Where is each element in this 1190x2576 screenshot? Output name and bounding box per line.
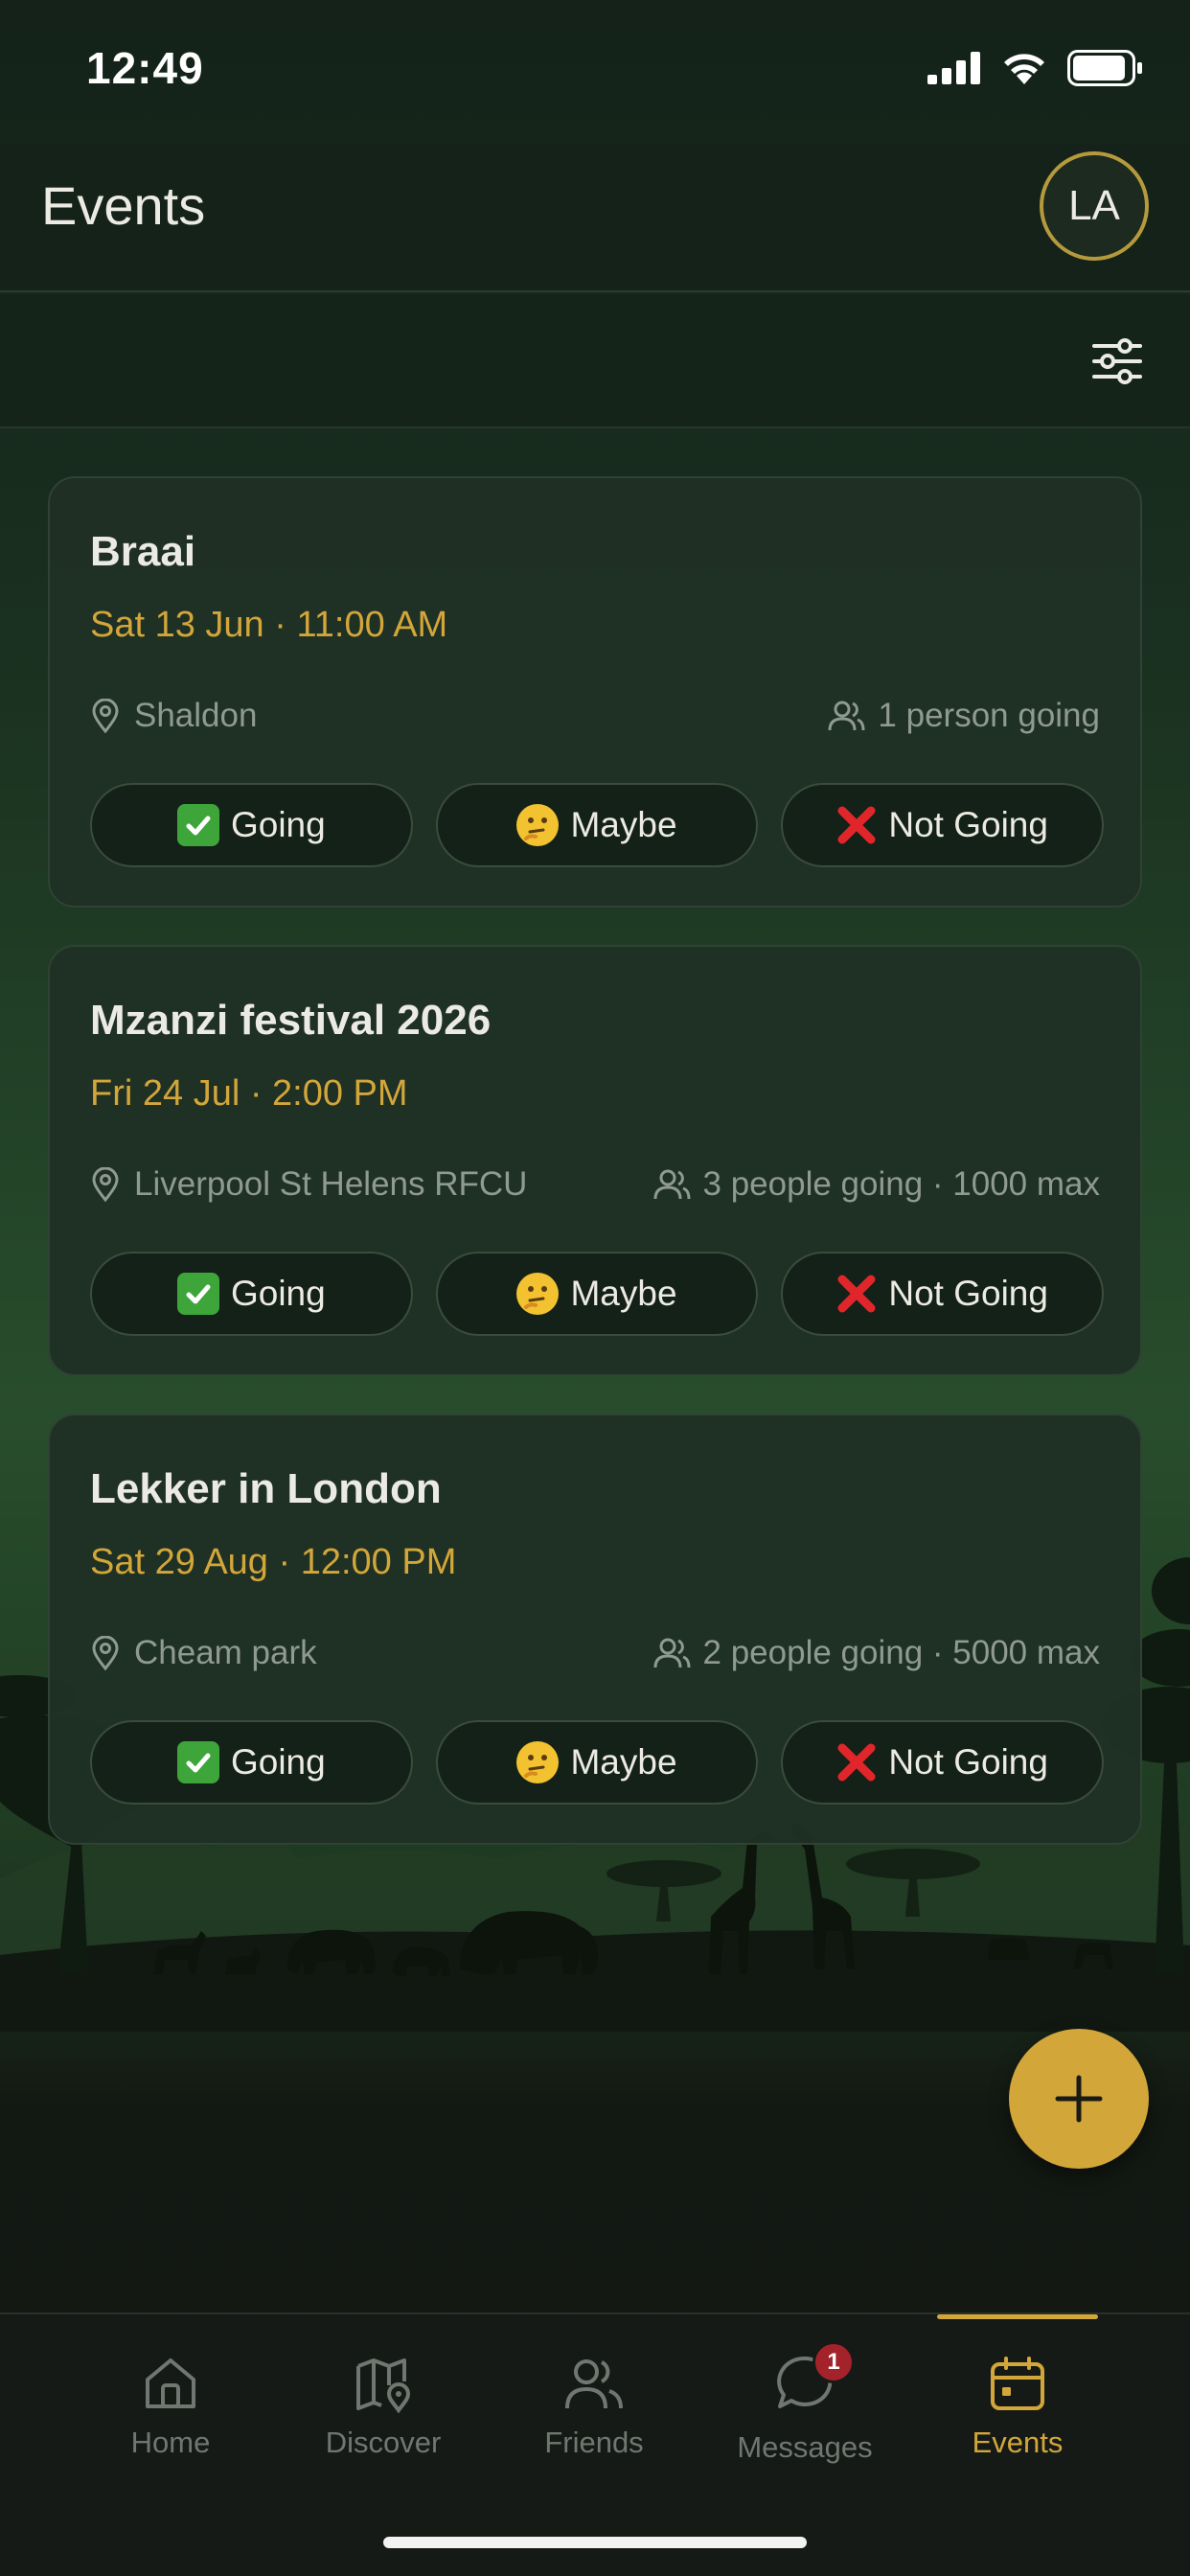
nav-label: Discover	[325, 2426, 442, 2459]
rsvp-maybe-label: Maybe	[570, 1274, 677, 1313]
filter-sliders-icon[interactable]	[1088, 333, 1146, 390]
event-location: Liverpool St Helens RFCU	[90, 1165, 527, 1204]
event-card[interactable]: Braai Sat 13 Jun · 11:00 AM Shaldon 1 pe…	[48, 476, 1142, 908]
nav-item-events[interactable]: Events	[922, 2353, 1113, 2460]
plus-icon	[1055, 2075, 1103, 2123]
calendar-icon	[991, 2357, 1044, 2410]
battery-icon	[1067, 50, 1142, 86]
users-icon	[653, 1638, 691, 1668]
event-attendees-text: 2 people going · 5000 max	[702, 1634, 1100, 1671]
nav-item-messages[interactable]: 1 Messages	[709, 2341, 901, 2465]
event-attendees: 2 people going · 5000 max	[653, 1634, 1100, 1672]
check-mark-icon	[176, 1273, 219, 1315]
location-pin-icon	[92, 1636, 119, 1670]
event-attendees: 3 people going · 1000 max	[653, 1165, 1100, 1204]
status-bar: 12:49	[0, 0, 1190, 144]
event-attendees-text: 1 person going	[878, 697, 1100, 734]
events-screen: 12:49 Events LA Braai Sat 13 Jun · 11:00…	[0, 0, 1190, 2576]
messages-icon-wrap: 1	[774, 2341, 855, 2419]
rsvp-row: Going Maybe Not Going	[90, 1252, 1105, 1336]
event-card[interactable]: Lekker in London Sat 29 Aug · 12:00 PM C…	[48, 1414, 1142, 1845]
event-attendees-text: 3 people going · 1000 max	[702, 1165, 1100, 1203]
event-location-text: Liverpool St Helens RFCU	[134, 1165, 528, 1203]
rsvp-not-going-label: Not Going	[888, 805, 1048, 844]
profile-avatar[interactable]: LA	[1040, 151, 1149, 261]
rsvp-not-going-label: Not Going	[888, 1742, 1048, 1782]
wifi-icon	[1004, 54, 1044, 84]
signal-icon	[927, 52, 980, 84]
home-indicator	[383, 2537, 807, 2548]
page-title: Events	[41, 175, 206, 236]
thinking-face-icon	[516, 1273, 560, 1315]
nav-active-indicator	[937, 2314, 1098, 2319]
rsvp-row: Going Maybe Not Going	[90, 1720, 1105, 1805]
filter-bar	[0, 294, 1190, 428]
rsvp-maybe-button[interactable]: Maybe	[435, 783, 759, 867]
rsvp-going-label: Going	[230, 805, 326, 844]
rsvp-not-going-button[interactable]: Not Going	[781, 1252, 1105, 1336]
rsvp-going-button[interactable]: Going	[90, 1720, 413, 1805]
nav-item-friends[interactable]: Friends	[498, 2353, 690, 2460]
location-pin-icon	[92, 1167, 119, 1202]
cross-mark-icon	[837, 806, 876, 844]
nav-label: Friends	[544, 2426, 644, 2459]
event-location-text: Shaldon	[134, 697, 258, 734]
rsvp-going-button[interactable]: Going	[90, 783, 413, 867]
users-icon	[828, 701, 865, 731]
nav-label: Events	[972, 2426, 1064, 2459]
rsvp-not-going-label: Not Going	[888, 1274, 1048, 1313]
check-mark-icon	[176, 1741, 219, 1783]
nav-label: Messages	[737, 2430, 873, 2464]
rsvp-going-label: Going	[230, 1274, 326, 1313]
cross-mark-icon	[837, 1743, 876, 1782]
thinking-face-icon	[516, 804, 560, 846]
event-datetime: Sat 13 Jun · 11:00 AM	[90, 605, 448, 645]
location-pin-icon	[92, 699, 119, 733]
unread-badge: 1	[812, 2341, 855, 2383]
event-location: Cheam park	[90, 1634, 317, 1672]
event-attendees: 1 person going	[828, 697, 1100, 735]
event-title: Lekker in London	[90, 1465, 442, 1512]
map-pin-icon	[356, 2358, 411, 2414]
nav-item-home[interactable]: Home	[75, 2353, 266, 2460]
avatar-initials: LA	[1068, 182, 1120, 229]
event-card[interactable]: Mzanzi festival 2026 Fri 24 Jul · 2:00 P…	[48, 945, 1142, 1376]
nav-label: Home	[130, 2426, 211, 2459]
rsvp-not-going-button[interactable]: Not Going	[781, 1720, 1105, 1805]
check-mark-icon	[176, 804, 219, 846]
add-event-button[interactable]	[1009, 2029, 1149, 2169]
rsvp-going-label: Going	[230, 1742, 326, 1782]
event-datetime: Fri 24 Jul · 2:00 PM	[90, 1073, 408, 1114]
rsvp-maybe-button[interactable]: Maybe	[435, 1720, 759, 1805]
users-icon	[565, 2359, 623, 2409]
rsvp-maybe-label: Maybe	[570, 1742, 677, 1782]
rsvp-going-button[interactable]: Going	[90, 1252, 413, 1336]
rsvp-maybe-label: Maybe	[570, 805, 677, 844]
status-icons	[927, 50, 1144, 86]
cross-mark-icon	[837, 1275, 876, 1313]
rsvp-maybe-button[interactable]: Maybe	[435, 1252, 759, 1336]
home-icon	[146, 2358, 195, 2408]
rsvp-not-going-button[interactable]: Not Going	[781, 783, 1105, 867]
event-location: Shaldon	[90, 697, 257, 735]
app-header: Events LA	[0, 144, 1190, 292]
rsvp-row: Going Maybe Not Going	[90, 783, 1105, 867]
event-location-text: Cheam park	[134, 1634, 317, 1671]
users-icon	[653, 1169, 691, 1200]
event-title: Braai	[90, 528, 196, 575]
nav-item-discover[interactable]: Discover	[287, 2353, 479, 2460]
event-title: Mzanzi festival 2026	[90, 997, 492, 1044]
status-time: 12:49	[86, 43, 204, 93]
thinking-face-icon	[516, 1741, 560, 1783]
event-datetime: Sat 29 Aug · 12:00 PM	[90, 1542, 457, 1582]
